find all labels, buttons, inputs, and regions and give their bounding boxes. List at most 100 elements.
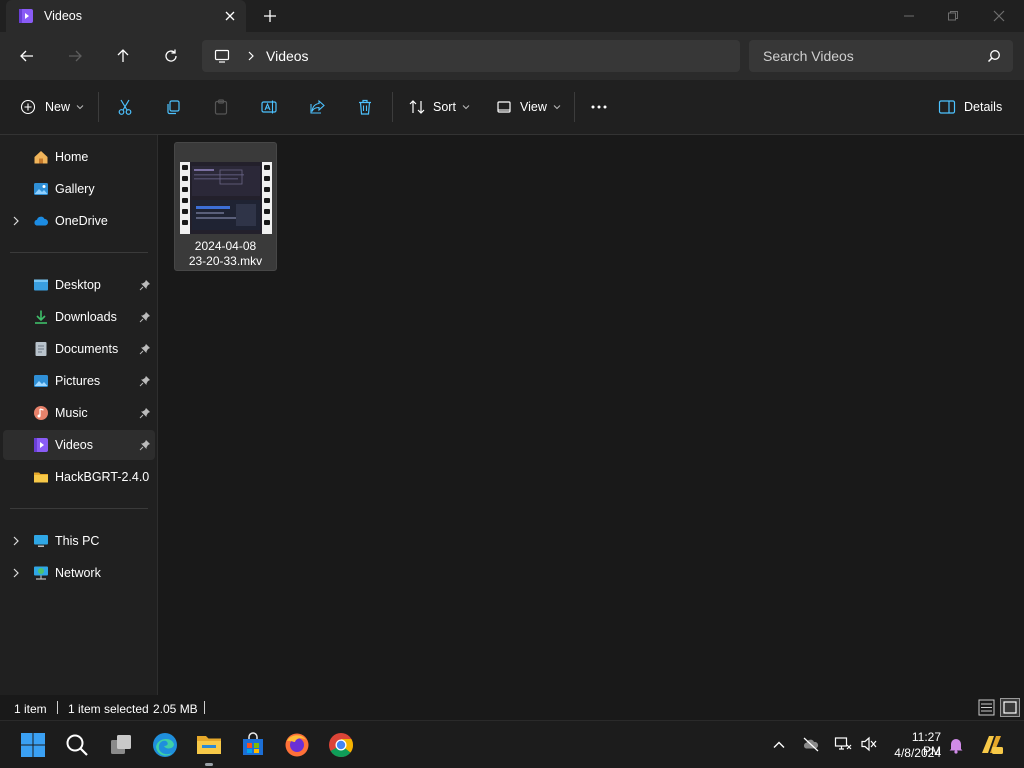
minimize-button[interactable]: [886, 0, 932, 32]
firefox-icon[interactable]: [284, 732, 310, 758]
item-count: 1 item: [14, 702, 47, 716]
file-list-pane[interactable]: 2024-04-08 23-20-33.mkv: [159, 135, 1024, 695]
clock-date[interactable]: 4/8/2024: [891, 746, 941, 760]
pin-icon[interactable]: [139, 439, 151, 451]
chevron-right-icon[interactable]: [11, 216, 21, 226]
chevron-down-icon: [553, 105, 561, 110]
sort-button[interactable]: Sort: [408, 96, 471, 118]
pin-icon[interactable]: [139, 343, 151, 355]
sidebar-item-label: Videos: [55, 438, 93, 452]
start-icon[interactable]: [20, 732, 46, 758]
home-icon: [33, 149, 49, 165]
sidebar-item-network[interactable]: Network: [3, 558, 155, 588]
sidebar-item-label: Music: [55, 406, 88, 420]
view-button[interactable]: View: [496, 96, 562, 118]
delete-button[interactable]: [356, 96, 374, 118]
file-name: 2024-04-08 23-20-33.mkv: [175, 239, 276, 269]
sidebar-item-home[interactable]: Home: [3, 142, 155, 172]
desktop-folder-icon: [33, 277, 49, 293]
sidebar-item-videos[interactable]: Videos: [3, 430, 155, 460]
gallery-icon: [33, 181, 49, 197]
tab-videos[interactable]: Videos: [6, 0, 246, 32]
sidebar-item-pictures[interactable]: Pictures: [3, 366, 155, 396]
sidebar-item-documents[interactable]: Documents: [3, 334, 155, 364]
new-plus-icon: [20, 99, 36, 115]
chevron-right-icon[interactable]: [11, 568, 21, 578]
chevron-down-icon: [76, 105, 84, 110]
chevron-right-icon[interactable]: [11, 536, 21, 546]
video-thumbnail: [180, 162, 272, 234]
search-icon[interactable]: [987, 49, 1001, 63]
large-icons-view-icon[interactable]: [1000, 698, 1020, 717]
search-icon[interactable]: [64, 732, 90, 758]
network-icon: [33, 565, 49, 581]
edge-icon[interactable]: [152, 732, 178, 758]
sidebar-item-music[interactable]: Music: [3, 398, 155, 428]
view-label: View: [520, 100, 547, 114]
folder-icon: [33, 469, 49, 485]
copy-button[interactable]: [164, 96, 182, 118]
status-divider: [57, 701, 58, 714]
sort-icon: [409, 100, 425, 114]
sidebar-divider: [10, 252, 148, 253]
pin-icon[interactable]: [139, 375, 151, 387]
sidebar-item-this-pc[interactable]: This PC: [3, 526, 155, 556]
pin-icon[interactable]: [139, 279, 151, 291]
onedrive-offline-icon[interactable]: [802, 736, 820, 752]
chevron-up-icon[interactable]: [772, 738, 786, 752]
more-options-button[interactable]: [590, 96, 608, 118]
new-tab-button[interactable]: [262, 8, 278, 24]
monitor-icon[interactable]: [214, 48, 230, 64]
close-tab-icon[interactable]: [222, 8, 238, 24]
paste-button[interactable]: [212, 96, 230, 118]
sidebar-item-label: HackBGRT-2.4.0: [55, 470, 150, 484]
microsoft-store-icon[interactable]: [240, 732, 266, 758]
sidebar-item-onedrive[interactable]: OneDrive: [3, 206, 155, 236]
taskbar: 11:27 PM 4/8/2024: [0, 720, 1024, 768]
pin-icon[interactable]: [139, 311, 151, 323]
sidebar-item-desktop[interactable]: Desktop: [3, 270, 155, 300]
active-app-indicator: [205, 763, 213, 766]
videos-folder-icon: [33, 437, 49, 453]
cut-button[interactable]: [116, 96, 134, 118]
status-divider: [204, 701, 205, 714]
sidebar-item-label: Pictures: [55, 374, 101, 388]
sidebar-item-label: Home: [55, 150, 89, 164]
breadcrumb-videos[interactable]: Videos: [266, 48, 309, 64]
navigation-bar: Videos: [0, 32, 1024, 80]
close-window-button[interactable]: [976, 0, 1022, 32]
back-button[interactable]: [15, 44, 39, 68]
up-button[interactable]: [111, 44, 135, 68]
notification-bell-icon[interactable]: [948, 736, 964, 754]
videos-folder-icon: [18, 8, 34, 24]
chrome-icon[interactable]: [328, 732, 354, 758]
pin-icon[interactable]: [139, 407, 151, 419]
address-bar[interactable]: Videos: [202, 40, 740, 72]
refresh-button[interactable]: [159, 44, 183, 68]
network-status-icon[interactable]: [834, 736, 852, 752]
rename-button[interactable]: [260, 96, 278, 118]
share-button[interactable]: [308, 96, 326, 118]
details-button[interactable]: Details: [938, 96, 1002, 118]
cut-icon: [118, 99, 132, 115]
search-input[interactable]: [763, 48, 983, 64]
task-view-icon[interactable]: [108, 732, 134, 758]
selection-size: 2.05 MB: [153, 702, 198, 716]
search-box[interactable]: [749, 40, 1013, 72]
file-name-line-1: 2024-04-08: [194, 239, 257, 253]
volume-muted-icon[interactable]: [860, 736, 878, 752]
rename-icon: [261, 100, 277, 114]
forward-button[interactable]: [63, 44, 87, 68]
view-icon: [497, 101, 511, 113]
sidebar-item-downloads[interactable]: Downloads: [3, 302, 155, 332]
details-view-icon[interactable]: [978, 699, 995, 716]
new-button[interactable]: New: [20, 96, 85, 118]
file-item[interactable]: 2024-04-08 23-20-33.mkv: [174, 142, 277, 271]
sidebar-item-hackbgrt[interactable]: HackBGRT-2.4.0: [3, 462, 155, 492]
restore-button[interactable]: [930, 0, 976, 32]
sidebar-item-gallery[interactable]: Gallery: [3, 174, 155, 204]
copilot-icon[interactable]: [980, 733, 1004, 757]
share-icon: [310, 99, 325, 114]
breadcrumb-chevron-icon[interactable]: [246, 51, 256, 61]
file-explorer-icon[interactable]: [196, 732, 222, 758]
